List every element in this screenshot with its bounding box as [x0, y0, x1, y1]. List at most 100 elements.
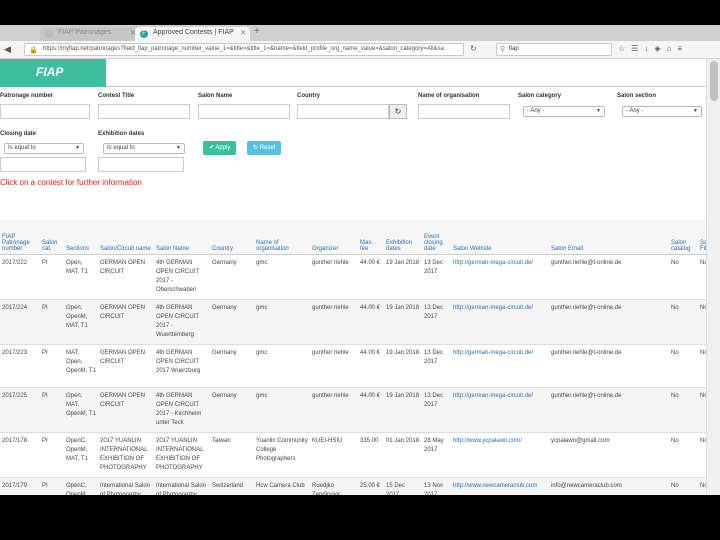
table-cell[interactable]: http://german-mega-circuit.de/: [451, 254, 549, 300]
closing-date-label: Closing date: [0, 131, 37, 137]
chevron-down-icon: ▼: [75, 145, 80, 151]
download-icon[interactable]: ↓: [644, 44, 654, 53]
fiap-logo[interactable]: FIAP: [0, 59, 106, 87]
salon-section-value: - Any -: [626, 108, 644, 114]
table-cell: 44.00 €: [358, 344, 384, 388]
table-cell: gunther riehle: [310, 344, 358, 388]
browser-window: FIAP Patronages ✕ F Approved Contests | …: [0, 25, 720, 495]
table-row[interactable]: 2017/224 PI Open, OpenM, MAT, T1 GERMAN OPE…: [0, 299, 706, 345]
reload-icon[interactable]: ↻: [470, 44, 477, 53]
patronage-number-input[interactable]: [0, 104, 90, 119]
table-cell: 19 Jan 2018: [384, 344, 422, 388]
table-row[interactable]: 2017/222 PI Open, MAT, T1 GERMAN OPEN CIRCU…: [0, 254, 706, 300]
table-cell[interactable]: http://www.ycpalawn.com/: [451, 432, 549, 478]
tab-approved-contests[interactable]: F Approved Contests | FIAP ✕: [135, 27, 250, 41]
navigation-bar: ◀ 🔒 https://myfiap.net/patronages?field_…: [0, 41, 720, 59]
table-row[interactable]: 2017/225 PI Open, MAT, OpenM, T1 GERMAN OPE…: [0, 387, 706, 433]
table-cell: International Salon of Photography Photo…: [154, 477, 210, 495]
table-row[interactable]: 2017/178 PI OpenC, OpenM, MAT, T1 2017 YUAN…: [0, 432, 706, 478]
table-cell: No: [669, 432, 698, 478]
url-bar[interactable]: 🔒 https://myfiap.net/patronages?field_fi…: [24, 43, 464, 56]
table-cell[interactable]: http://www.newcameraclub.com: [451, 477, 549, 495]
table-cell: 2017/222: [0, 254, 40, 300]
table-cell: gmc: [254, 299, 310, 345]
browser-search-field[interactable]: ⚲ fiap: [496, 43, 612, 56]
table-cell: 2017/178: [0, 432, 40, 478]
new-tab-button[interactable]: +: [254, 26, 260, 37]
table-header-row: FIAP Patronage number Salon cat. Section…: [0, 220, 706, 255]
table-cell: 2017/224: [0, 299, 40, 345]
col-header-file: Salon File: [698, 220, 706, 255]
table-cell[interactable]: http://german-mega-circuit.de/: [451, 299, 549, 345]
salon-category-select[interactable]: - Any - ▼: [523, 106, 605, 117]
scrollbar-thumb[interactable]: [710, 61, 718, 101]
org-name-input[interactable]: [418, 104, 510, 119]
table-cell: No: [669, 477, 698, 495]
table-cell: No: [698, 432, 706, 478]
reading-list-icon[interactable]: ☰: [631, 44, 644, 53]
table-cell: International Salon of Photography Photo…: [98, 477, 154, 495]
salon-section-select[interactable]: - Any - ▼: [622, 106, 702, 117]
country-input[interactable]: [297, 104, 389, 119]
home-icon[interactable]: ⌂: [667, 44, 678, 53]
table-cell: gunther.riehle@t-online.de: [549, 254, 669, 300]
col-header-closing-date[interactable]: Event closing date: [422, 220, 451, 255]
col-header-patronage[interactable]: FIAP Patronage number: [0, 220, 40, 255]
tab-fiap-patronages[interactable]: FIAP Patronages ✕: [40, 27, 140, 41]
table-cell: Germany: [210, 387, 254, 433]
salon-section-label: Salon section: [617, 93, 657, 99]
salon-category-label: Salon category: [518, 93, 562, 99]
table-cell[interactable]: http://german-mega-circuit.de/: [451, 387, 549, 433]
close-tab-icon[interactable]: ✕: [240, 29, 246, 37]
table-row[interactable]: 2017/223 PI MAT, Open, OpenM, T1 GERMAN OPE…: [0, 344, 706, 388]
closing-date-input[interactable]: [0, 157, 86, 172]
table-cell: MAT, Open, OpenM, T1: [64, 344, 98, 388]
col-header-organizer: Organizer: [310, 220, 358, 255]
exhibition-dates-operator-select[interactable]: Is equal to ▼: [103, 143, 185, 154]
col-header-country[interactable]: Country: [210, 220, 254, 255]
col-header-salon-cat: Salon cat.: [40, 220, 64, 255]
tab-label: FIAP Patronages: [58, 29, 112, 36]
exhibition-dates-input[interactable]: [98, 157, 184, 172]
page-content: FIAP Patronage number Contest Title Salo…: [0, 59, 706, 495]
table-cell: ycpalawn@gmail.com: [549, 432, 669, 478]
table-cell: gunther.riehle@t-online.de: [549, 344, 669, 388]
contests-table: FIAP Patronage number Salon cat. Section…: [0, 220, 706, 495]
closing-date-operator-value: Is equal to: [8, 145, 36, 151]
shield-icon[interactable]: ◈: [654, 44, 666, 53]
tab-label: Approved Contests | FIAP: [153, 29, 234, 36]
table-cell: PI: [40, 432, 64, 478]
table-cell: 01 Jan 2018: [384, 432, 422, 478]
table-cell: gmc: [254, 344, 310, 388]
star-icon[interactable]: ☆: [618, 44, 631, 53]
col-header-exhibition-dates[interactable]: Exhibition dates: [384, 220, 422, 255]
closing-date-operator-select[interactable]: Is equal to ▼: [4, 143, 84, 154]
table-cell: Yuanlin Community College Photographers: [254, 432, 310, 478]
table-cell[interactable]: http://german-mega-circuit.de/: [451, 344, 549, 388]
refresh-country-icon[interactable]: ↻: [389, 104, 407, 119]
table-cell: Germany: [210, 299, 254, 345]
table-cell: OpenC, OpenM, MAT, T1: [64, 432, 98, 478]
salon-name-input[interactable]: [198, 104, 290, 119]
table-cell: 15 Dec 2017: [384, 477, 422, 495]
table-cell: 44.00 €: [358, 254, 384, 300]
table-row[interactable]: 2017/179PIOpenC, OpenM, T1, T2Internatio…: [0, 477, 706, 495]
table-cell: GERMAN OPEN CIRCUIT: [98, 254, 154, 300]
apply-button[interactable]: ✔ Apply: [203, 141, 237, 155]
table-cell: Open, MAT, OpenM, T1: [64, 387, 98, 433]
reset-button[interactable]: ↻ Reset: [247, 141, 282, 155]
table-cell: GERMAN OPEN CIRCUIT: [98, 344, 154, 388]
table-cell: 4th GERMAN OPEN CIRCUIT 2017 Wuerzburg: [154, 344, 210, 388]
table-cell: 13 Nov 2017: [422, 477, 451, 495]
table-cell: PI: [40, 299, 64, 345]
menu-icon[interactable]: ≡: [677, 44, 688, 53]
table-cell: 13 Dec 2017: [422, 299, 451, 345]
col-header-circuit-name[interactable]: Salon/Circuit name: [98, 220, 154, 255]
col-header-org-name[interactable]: Name of organisation: [254, 220, 310, 255]
contest-title-input[interactable]: [98, 104, 190, 119]
col-header-salon-name[interactable]: Salon Name: [154, 220, 210, 255]
page-scrollbar[interactable]: [706, 59, 720, 495]
tab-bar: FIAP Patronages ✕ F Approved Contests | …: [0, 25, 720, 41]
back-arrow-icon[interactable]: ◀: [4, 44, 11, 55]
col-header-catalog: Salon catalog: [669, 220, 698, 255]
